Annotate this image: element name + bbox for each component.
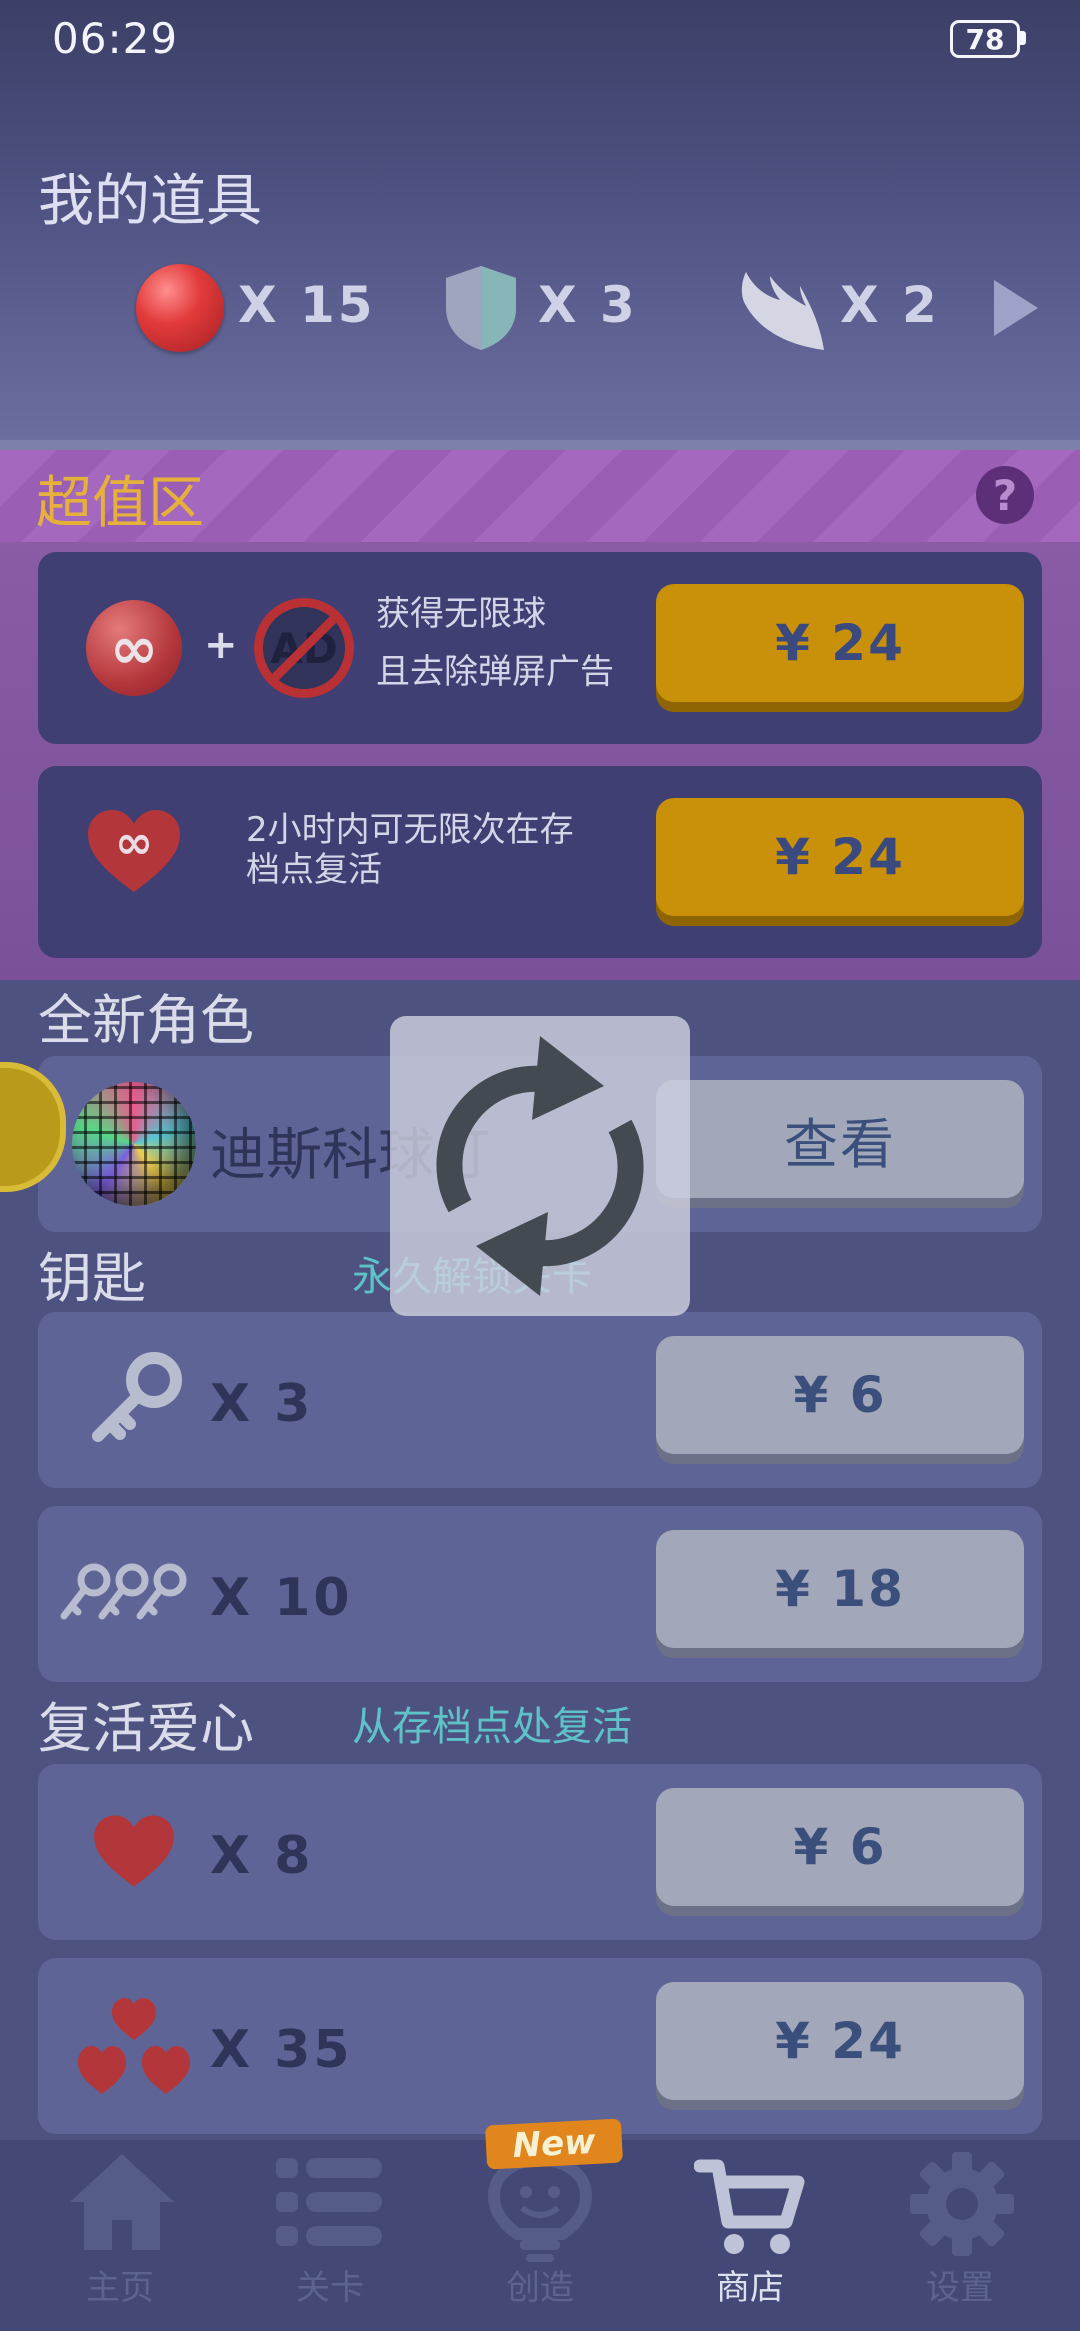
nav-home[interactable]: 主页 — [12, 2140, 228, 2331]
offer2-price-button[interactable]: ¥ 24 — [656, 798, 1024, 916]
key-icon — [92, 1352, 182, 1442]
plus-icon: + — [204, 622, 238, 668]
shield-icon — [446, 266, 516, 350]
list-icon — [276, 2158, 382, 2246]
keys-pack1-price-button[interactable]: ¥ 6 — [656, 1336, 1024, 1454]
offer2-line2: 档点复活 — [246, 850, 382, 890]
loading-overlay — [390, 1016, 690, 1316]
my-items-title: 我的道具 — [38, 169, 262, 234]
hearts-pack1-count: X 8 — [210, 1826, 314, 1886]
revive-hearts-title: 复活爱心 — [38, 1697, 254, 1760]
nav-settings-label: 设置 — [926, 2268, 994, 2308]
offer1-price-button[interactable]: ¥ 24 — [656, 584, 1024, 702]
revive-hearts-subtitle: 从存档点处复活 — [352, 1704, 632, 1750]
new-badge: New — [484, 2118, 624, 2170]
keys-title: 钥匙 — [38, 1247, 146, 1310]
view-character-button[interactable]: 查看 — [656, 1080, 1024, 1198]
infinite-heart-icon: ∞ — [88, 810, 180, 892]
refresh-icon — [436, 1036, 644, 1296]
battery-tip — [1020, 31, 1026, 45]
nav-create-label: 创造 — [506, 2268, 574, 2308]
nav-create[interactable]: 创造 — [432, 2140, 648, 2331]
disco-ball-icon — [72, 1082, 196, 1206]
hearts-pack1-price-button[interactable]: ¥ 6 — [656, 1788, 1024, 1906]
super-value-title: 超值区 — [36, 471, 204, 536]
nav-levels[interactable]: 关卡 — [222, 2140, 438, 2331]
gear-icon — [910, 2152, 1014, 2256]
status-time: 06:29 — [52, 14, 179, 63]
nav-home-label: 主页 — [86, 2268, 154, 2308]
heart-icon — [94, 1815, 174, 1887]
battery-icon: 78 — [950, 20, 1020, 58]
offer1-line1: 获得无限球 — [376, 594, 546, 634]
help-icon[interactable]: ? — [976, 466, 1034, 524]
svg-text:∞: ∞ — [115, 815, 153, 869]
home-icon — [70, 2154, 174, 2250]
hearts-pack2-count: X 35 — [210, 2020, 353, 2080]
ball-count: X 15 — [238, 276, 376, 334]
next-arrow-icon[interactable] — [994, 280, 1038, 336]
hearts-bundle-icon — [78, 1998, 190, 2094]
wing-count: X 2 — [840, 276, 940, 334]
nav-levels-label: 关卡 — [296, 2268, 364, 2308]
lightbulb-icon — [488, 2154, 592, 2262]
nav-shop-label: 商店 — [716, 2268, 784, 2308]
new-character-title: 全新角色 — [38, 989, 254, 1052]
keys-bundle-icon — [60, 1563, 187, 1620]
infinite-ball-icon: ∞ — [86, 600, 182, 696]
nav-shop[interactable]: 商店 — [642, 2140, 858, 2331]
cart-icon — [694, 2159, 805, 2254]
hearts-pack2-price-button[interactable]: ¥ 24 — [656, 1982, 1024, 2100]
shield-count: X 3 — [538, 276, 638, 334]
keys-pack1-count: X 3 — [210, 1374, 314, 1434]
keys-pack2-count: X 10 — [210, 1568, 353, 1628]
divider — [0, 440, 1080, 450]
no-ad-icon: AD — [254, 598, 354, 698]
keys-pack2-price-button[interactable]: ¥ 18 — [656, 1530, 1024, 1648]
nav-settings[interactable]: 设置 — [852, 2140, 1068, 2331]
ball-icon — [136, 264, 224, 352]
wing-icon — [741, 272, 824, 350]
offer2-line1: 2小时内可无限次在存 — [246, 810, 574, 850]
offer1-line2: 且去除弹屏广告 — [376, 652, 614, 692]
